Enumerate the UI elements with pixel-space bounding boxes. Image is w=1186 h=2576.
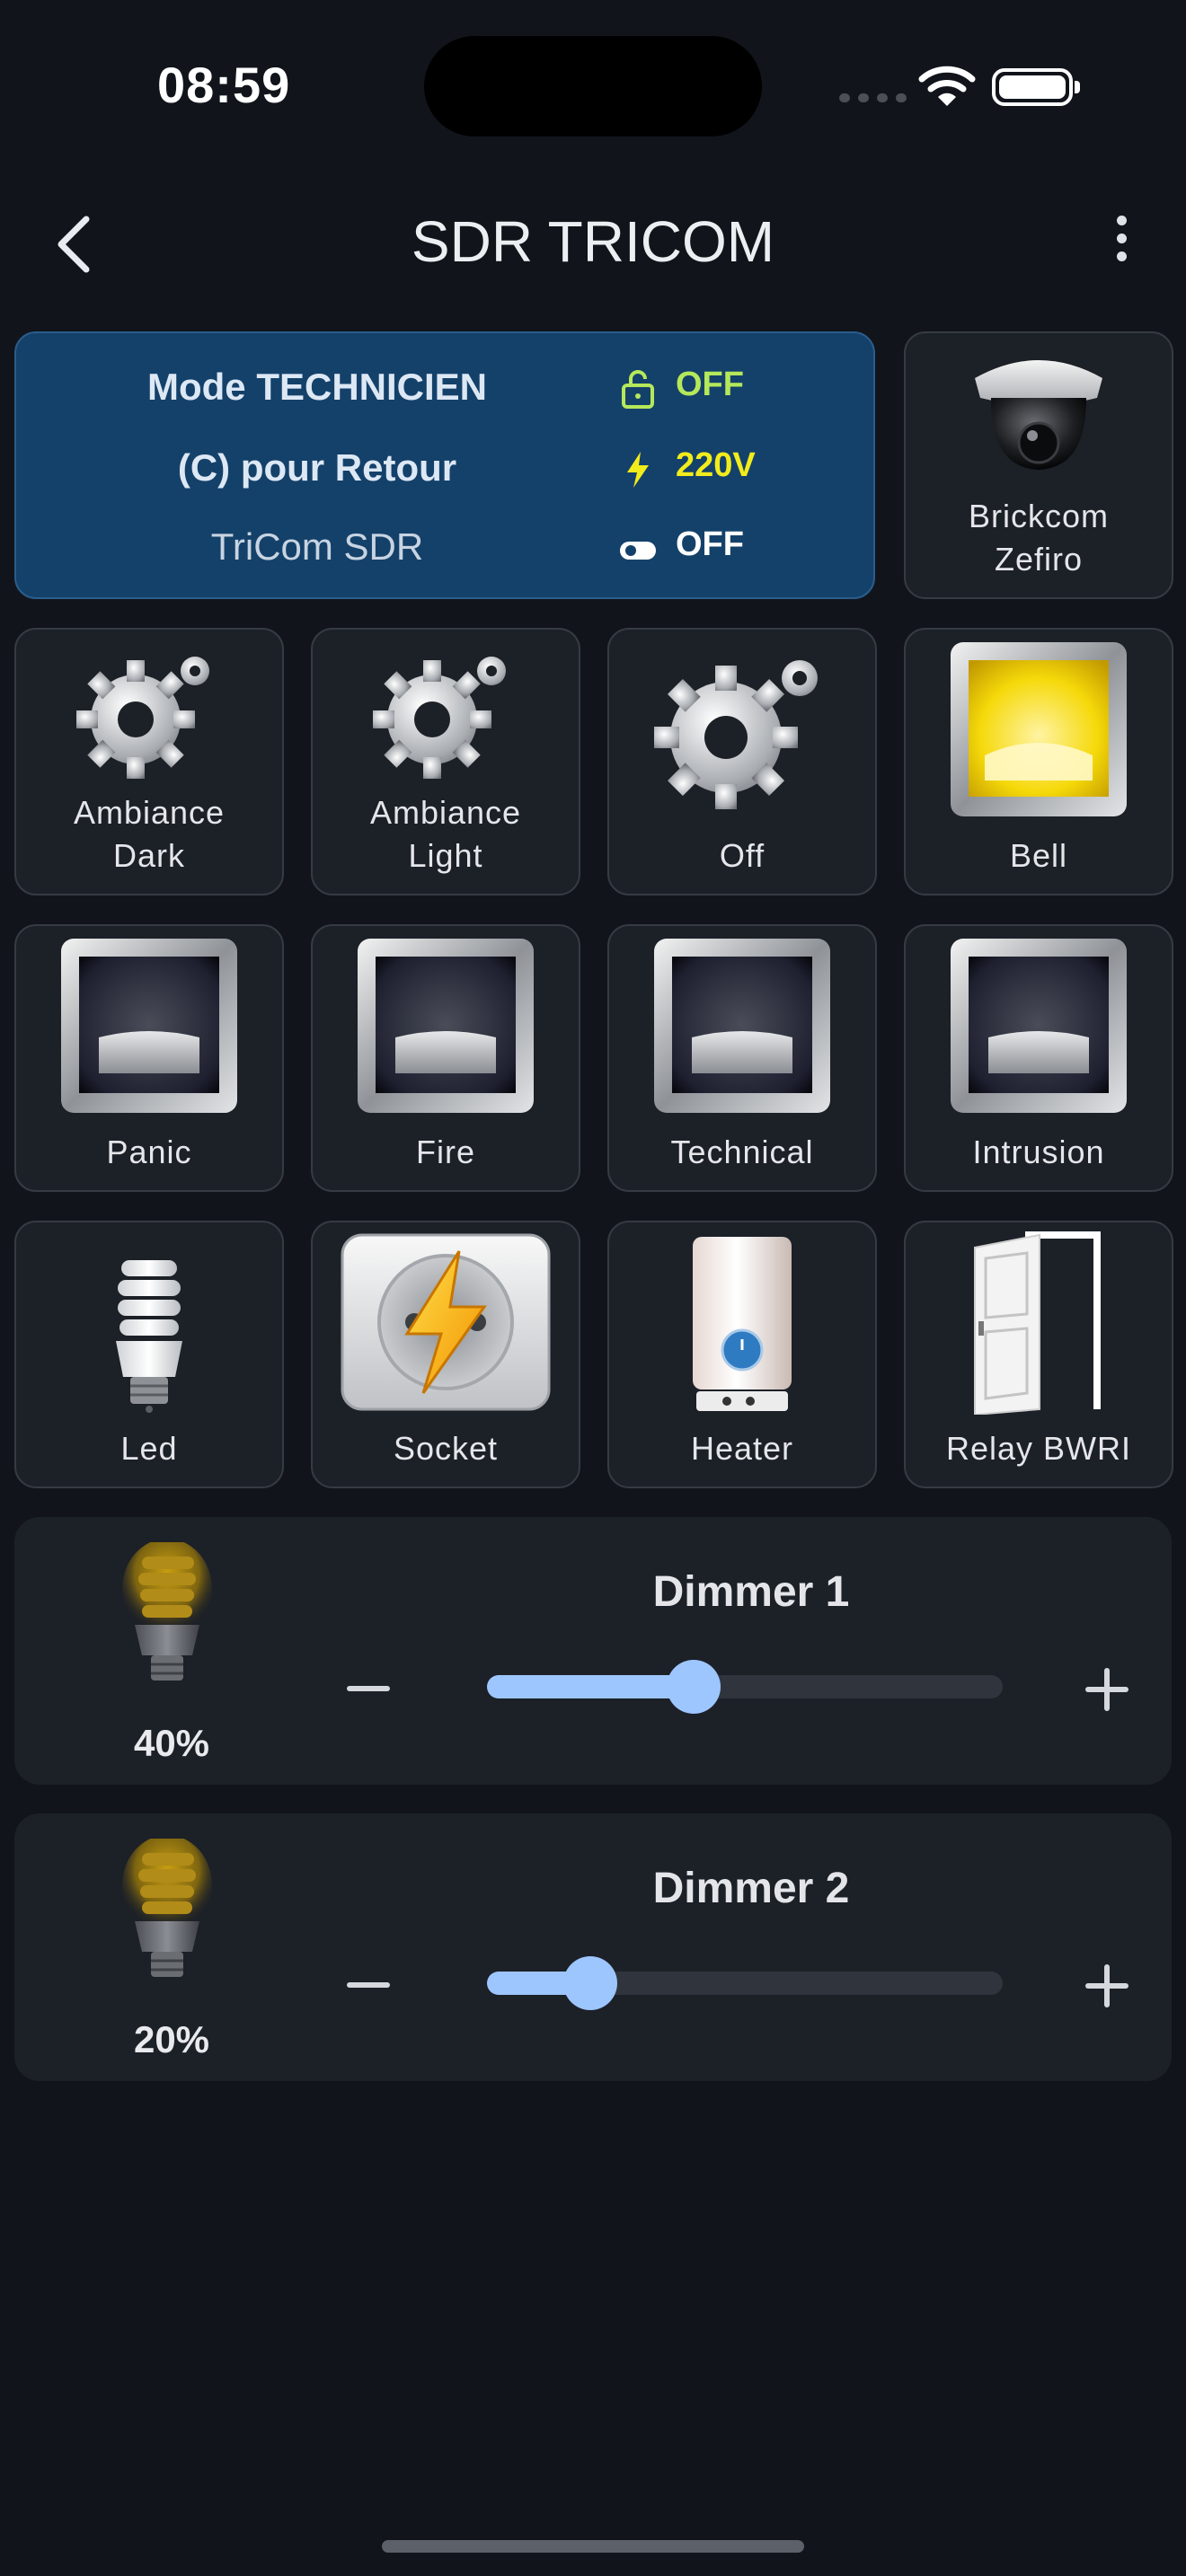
minus-icon[interactable] [347, 1686, 390, 1691]
door-icon [906, 1231, 1172, 1415]
tile-label: Ambiance Dark [73, 794, 226, 874]
tile-label: Technical [670, 1134, 814, 1170]
tile-technical[interactable]: Technical [607, 924, 877, 1192]
cfl-bulb-icon [16, 1255, 282, 1413]
tile-label: Led [120, 1430, 178, 1467]
wifi-icon [918, 66, 976, 106]
info-row-return: (C) pour Retour 220V [16, 446, 877, 500]
gear-icon [16, 639, 282, 782]
tile-label: Socket [393, 1430, 499, 1467]
tile-label: Ambiance Light [369, 794, 522, 874]
tile-off[interactable]: Off [607, 628, 877, 895]
info-label: Mode TECHNICIEN [147, 366, 487, 408]
switch-off-icon [313, 937, 579, 1115]
info-label: (C) pour Retour [177, 446, 457, 489]
tricom-value: OFF [676, 525, 744, 563]
info-row-tricom: TriCom SDR OFF [16, 525, 877, 579]
tile-ambiance-light[interactable]: Ambiance Light [311, 628, 580, 895]
gear-icon [609, 639, 875, 818]
tile-label: Fire [416, 1134, 475, 1170]
home-indicator[interactable] [382, 2540, 804, 2553]
status-time: 08:59 [157, 57, 291, 113]
cfl-bulb-icon [122, 1542, 212, 1681]
switch-on-icon [906, 640, 1172, 818]
water-heater-icon [609, 1233, 875, 1413]
tile-brickcom-zefiro[interactable]: Brickcom Zefiro [904, 331, 1173, 599]
lock-open-icon [622, 370, 654, 409]
dimmer-card-2: 20% Dimmer 2 [14, 1813, 1172, 2081]
slider-thumb[interactable] [666, 1660, 721, 1714]
minus-icon[interactable] [347, 1982, 390, 1988]
bolt-icon [627, 452, 649, 488]
dimmer-slider[interactable] [487, 1660, 1003, 1714]
battery-icon [992, 68, 1080, 106]
cfl-bulb-icon [122, 1839, 212, 1977]
info-label: TriCom SDR [210, 525, 424, 568]
slider-fill [487, 1675, 694, 1698]
tile-label: Heater [690, 1430, 794, 1467]
tile-label: Brickcom Zefiro [968, 498, 1109, 578]
tile-fire[interactable]: Fire [311, 924, 580, 1192]
tile-led[interactable]: Led [14, 1221, 284, 1488]
page-title: SDR TRICOM [411, 209, 775, 274]
switch-off-icon [16, 937, 282, 1115]
tile-socket[interactable]: Socket [311, 1221, 580, 1488]
cellular-signal-icon [839, 93, 907, 102]
dimmer-percent: 20% [133, 2018, 210, 2060]
dynamic-island [424, 36, 762, 137]
tile-panic[interactable]: Panic [14, 924, 284, 1192]
tile-label: Relay BWRI [945, 1430, 1132, 1467]
switch-off-icon [906, 937, 1172, 1115]
tile-label: Bell [1009, 837, 1068, 874]
gear-icon [313, 639, 579, 782]
tile-label: Intrusion [972, 1134, 1105, 1170]
slider-thumb[interactable] [562, 1956, 617, 2010]
more-vertical-icon[interactable] [1103, 216, 1139, 269]
tile-intrusion[interactable]: Intrusion [904, 924, 1173, 1192]
dimmer-name: Dimmer 2 [652, 1865, 850, 1912]
tile-bell[interactable]: Bell [904, 628, 1173, 895]
tile-heater[interactable]: Heater [607, 1221, 877, 1488]
plus-icon[interactable] [1085, 1668, 1128, 1711]
dimmer-percent: 40% [133, 1722, 210, 1764]
tile-label: Panic [106, 1134, 192, 1170]
info-row-mode: Mode TECHNICIEN OFF [16, 366, 877, 419]
dimmer-name: Dimmer 1 [652, 1568, 850, 1616]
dimmer-slider[interactable] [487, 1956, 1003, 2010]
toggle-icon [620, 542, 656, 560]
dimmer-card-1: 40% Dimmer 1 [14, 1517, 1172, 1785]
tile-ambiance-dark[interactable]: Ambiance Dark [14, 628, 284, 895]
technician-mode-card[interactable]: Mode TECHNICIEN OFF (C) pour Retour 220V… [14, 331, 875, 599]
voltage-value: 220V [676, 446, 756, 484]
tile-relay-bwri[interactable]: Relay BWRI [904, 1221, 1173, 1488]
power-socket-icon [313, 1233, 579, 1411]
camera-icon [906, 342, 1172, 486]
tile-label: Off [719, 837, 766, 874]
plus-icon[interactable] [1085, 1964, 1128, 2007]
switch-off-icon [609, 937, 875, 1115]
mode-value: OFF [676, 366, 744, 403]
